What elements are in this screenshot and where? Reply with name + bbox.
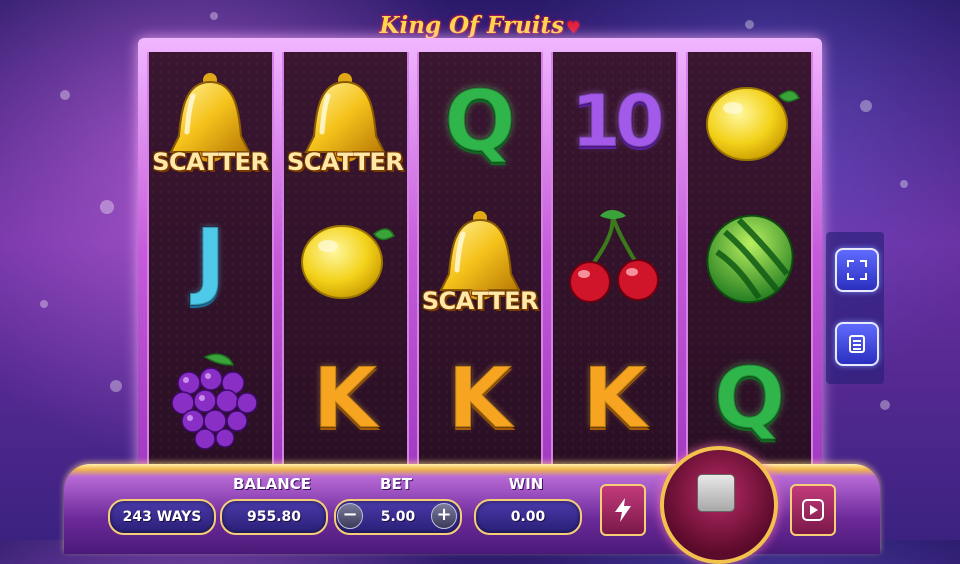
- symbol-10: 10: [570, 79, 666, 164]
- fullscreen-button[interactable]: [835, 248, 879, 292]
- bokeh-sparkle: [40, 300, 48, 308]
- balance-display: 955.80: [220, 499, 328, 535]
- bet-decrease-button[interactable]: −: [337, 503, 363, 529]
- reel-5: Q: [686, 52, 813, 467]
- game-title-text: King Of Fruits: [379, 12, 565, 39]
- scatter-label: SCATTER: [421, 286, 539, 315]
- reel-cell: [149, 329, 272, 467]
- symbol-q: Q: [713, 348, 786, 447]
- win-label: WIN: [508, 475, 544, 493]
- reel-1: SCATTER J: [147, 52, 274, 467]
- symbol-j: J: [194, 210, 227, 309]
- reel-cell: K: [553, 329, 676, 467]
- game-title: King Of Fruits ♥: [0, 12, 960, 39]
- reel-cell: SCATTER: [149, 52, 272, 190]
- reel-cell: J: [149, 190, 272, 328]
- bokeh-sparkle: [860, 100, 872, 112]
- reel-grid: SCATTER J SCATTER KQ SCATTER K 10 K Q: [147, 52, 813, 467]
- stop-icon[interactable]: [697, 474, 735, 512]
- title-cherry-icon: ♥: [566, 18, 581, 37]
- plus-icon: +: [436, 504, 452, 525]
- bet-label: BET: [380, 475, 412, 493]
- reel-2: SCATTER K: [281, 52, 409, 467]
- reel-cell: K: [284, 329, 407, 467]
- ways-value: 243 WAYS: [122, 509, 202, 525]
- reel-cell: [688, 52, 811, 190]
- reel-4: 10 K: [551, 52, 679, 467]
- reel-cell: K: [419, 329, 542, 467]
- reel-cell: [688, 190, 811, 328]
- bokeh-sparkle: [60, 90, 70, 100]
- reel-cell: Q: [419, 52, 542, 190]
- autoplay-icon: [802, 499, 824, 521]
- reel-cell: SCATTER: [419, 190, 542, 328]
- scatter-label: SCATTER: [287, 148, 404, 177]
- lightning-icon: [615, 498, 631, 522]
- bokeh-sparkle: [880, 400, 890, 410]
- turbo-button[interactable]: [600, 484, 646, 536]
- balance-value: 955.80: [246, 509, 302, 525]
- menu-button[interactable]: [835, 322, 879, 366]
- cherries-icon: [568, 210, 659, 304]
- lemon-icon: [301, 225, 396, 300]
- symbol-q: Q: [443, 72, 516, 171]
- watermelon-icon: [705, 215, 794, 304]
- win-value: 0.00: [510, 509, 546, 525]
- ways-display: 243 WAYS: [108, 499, 216, 535]
- side-button-panel: [826, 232, 884, 384]
- fullscreen-icon: [847, 260, 867, 280]
- bet-increase-button[interactable]: +: [431, 503, 457, 529]
- symbol-k: K: [312, 348, 379, 447]
- symbol-k: K: [581, 348, 648, 447]
- minus-icon: −: [342, 504, 358, 525]
- bokeh-sparkle: [100, 200, 114, 214]
- grapes-icon: [171, 353, 259, 450]
- lemon-icon: [705, 87, 800, 162]
- bet-value: 5.00: [380, 509, 416, 525]
- menu-icon: [849, 335, 865, 353]
- balance-label: BALANCE: [232, 475, 312, 493]
- bokeh-sparkle: [110, 380, 122, 392]
- reel-cell: [284, 190, 407, 328]
- bokeh-sparkle: [900, 180, 908, 188]
- autoplay-button[interactable]: [790, 484, 836, 536]
- symbol-k: K: [446, 348, 513, 447]
- win-display: 0.00: [474, 499, 582, 535]
- reel-cell: SCATTER: [284, 52, 407, 190]
- reel-cell: 10: [553, 52, 676, 190]
- reel-cell: [553, 190, 676, 328]
- reel-3: Q SCATTER K: [416, 52, 544, 467]
- scatter-label: SCATTER: [152, 148, 269, 177]
